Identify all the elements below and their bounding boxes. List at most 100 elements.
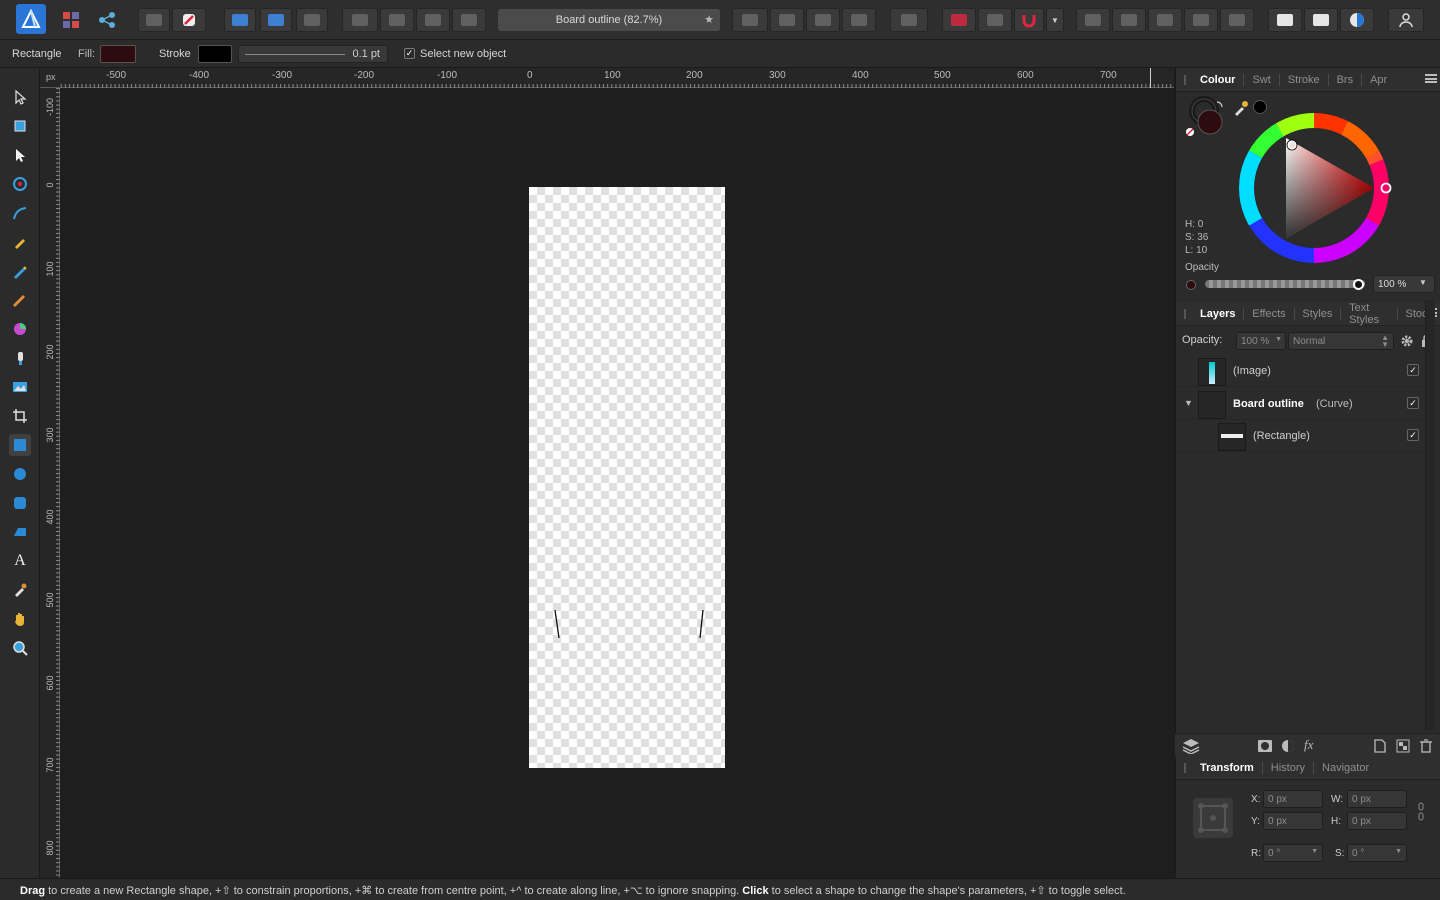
link-icon[interactable] [1417, 802, 1425, 822]
flip-vertical-button[interactable] [770, 8, 804, 32]
transparency-tool-icon[interactable] [9, 347, 31, 369]
x-field[interactable]: 0 px [1263, 790, 1323, 808]
snapping-geometry-button[interactable] [260, 8, 292, 32]
vertical-ruler[interactable]: -100 0 100 200 300 400 500 600 700 800 [40, 88, 60, 878]
boolean-add-button[interactable] [1268, 8, 1302, 32]
text-tool-icon[interactable]: A [9, 550, 31, 572]
chevron-down-icon[interactable]: ▼ [1419, 278, 1427, 287]
gear-icon[interactable] [1400, 334, 1414, 348]
boolean-subtract-button[interactable] [1304, 8, 1338, 32]
rounded-rectangle-tool-icon[interactable] [9, 492, 31, 514]
tab-transform[interactable]: Transform [1192, 762, 1262, 774]
place-image-tool-icon[interactable] [9, 376, 31, 398]
document-title-field[interactable]: Board outline (82.7%) ★ [498, 9, 720, 31]
tab-colour[interactable]: Colour [1192, 74, 1243, 86]
preferences-button[interactable] [172, 8, 206, 32]
insert-top-button[interactable] [1148, 8, 1182, 32]
colour-wheel[interactable] [1236, 110, 1396, 270]
snapping-bounding-box-button[interactable] [224, 8, 256, 32]
shear-field[interactable]: 0 ° ▼ [1347, 844, 1407, 862]
add-pixel-layer-icon[interactable] [1396, 739, 1410, 753]
zoom-tool-icon[interactable] [9, 637, 31, 659]
chevron-down-icon[interactable]: ▼ [1046, 8, 1064, 32]
ellipse-tool-icon[interactable] [9, 463, 31, 485]
tab-history[interactable]: History [1263, 762, 1313, 774]
layers-scrollbar[interactable] [1425, 300, 1435, 730]
opacity-slider-handle[interactable] [1353, 279, 1364, 290]
adjustment-icon[interactable] [1281, 739, 1295, 753]
rotation-field[interactable]: 0 ° ▼ [1263, 844, 1323, 862]
layer-visibility-checkbox[interactable]: ✓ [1407, 429, 1419, 441]
transform-origin-button[interactable] [296, 8, 328, 32]
point-transform-tool-icon[interactable] [9, 173, 31, 195]
panel-grip[interactable] [1184, 74, 1186, 85]
share-persona-icon[interactable] [94, 8, 120, 32]
affinity-designer-logo-icon[interactable] [16, 4, 46, 34]
hand-tool-icon[interactable] [9, 608, 31, 630]
node-tool-icon[interactable] [9, 144, 31, 166]
order-to-back-button[interactable] [416, 8, 450, 32]
panel-menu-icon[interactable] [1425, 74, 1437, 83]
pen-tool-icon[interactable] [9, 231, 31, 253]
expand-triangle-icon[interactable]: ▼ [1184, 398, 1193, 408]
order-back-one-button[interactable] [342, 8, 378, 32]
rotate-left-button[interactable] [806, 8, 840, 32]
vector-brush-tool-icon[interactable] [9, 289, 31, 311]
move-tool-icon[interactable] [9, 86, 31, 108]
tab-styles[interactable]: Styles [1294, 308, 1340, 320]
transform-anchor-grid[interactable] [1193, 798, 1233, 838]
tab-effects[interactable]: Effects [1244, 308, 1293, 320]
h-field[interactable]: 0 px [1347, 812, 1407, 830]
flip-horizontal-button[interactable] [732, 8, 768, 32]
tab-appearance[interactable]: Apr [1362, 74, 1395, 86]
add-layer-icon[interactable] [1374, 739, 1386, 753]
layer-row[interactable]: ▼ Board outline (Curve) ✓ [1176, 388, 1440, 420]
color-picker-tool-icon[interactable] [9, 579, 31, 601]
select-new-object-checkbox[interactable]: ✓ [404, 48, 415, 59]
horizontal-ruler[interactable]: px -500 -400 -300 -200 -100 0 100 200 30… [40, 68, 1174, 88]
snap-grid-button[interactable] [942, 8, 976, 32]
layers-stack-icon[interactable] [1182, 738, 1200, 754]
insert-inside-button[interactable] [1076, 8, 1110, 32]
shape-tool-icon[interactable] [9, 521, 31, 543]
account-button[interactable] [1388, 8, 1424, 32]
layer-row[interactable]: (Image) ✓ [1176, 355, 1440, 387]
board-outline-curve[interactable] [529, 187, 725, 768]
blend-mode-select[interactable]: Normal ▲ ▼ [1288, 332, 1394, 350]
tab-swatches[interactable]: Swt [1244, 74, 1278, 86]
assistant-button[interactable] [138, 8, 170, 32]
star-icon[interactable]: ★ [704, 13, 714, 26]
y-field[interactable]: 0 px [1263, 812, 1323, 830]
artboard[interactable] [529, 187, 725, 768]
insert-selection-button[interactable] [1184, 8, 1218, 32]
crop-tool-icon[interactable] [9, 405, 31, 427]
boolean-intersect-button[interactable] [1340, 8, 1374, 32]
tab-brushes[interactable]: Brs [1329, 74, 1362, 86]
trash-icon[interactable] [1420, 739, 1432, 753]
layer-row[interactable]: (Rectangle) ✓ [1176, 420, 1440, 452]
pixel-persona-icon[interactable] [58, 8, 84, 32]
tab-layers[interactable]: Layers [1192, 308, 1243, 320]
fill-swatch[interactable] [100, 45, 136, 63]
opacity-slider[interactable] [1205, 280, 1365, 288]
fx-icon[interactable]: fx [1304, 737, 1313, 753]
panel-grip[interactable] [1184, 308, 1186, 319]
stroke-width-slider[interactable]: 0.1 pt [238, 45, 388, 63]
snap-baseline-button[interactable] [978, 8, 1012, 32]
rectangle-tool-icon[interactable] [9, 434, 31, 456]
insert-target-button[interactable] [1220, 8, 1254, 32]
order-forward-one-button[interactable] [380, 8, 414, 32]
alignment-button[interactable] [890, 8, 928, 32]
panel-grip[interactable] [1184, 762, 1186, 773]
stroke-swatch[interactable] [198, 45, 232, 63]
layer-opacity-field[interactable]: 100 % ▼ [1236, 332, 1286, 350]
rotate-right-button[interactable] [842, 8, 876, 32]
insert-behind-button[interactable] [1112, 8, 1146, 32]
corner-tool-icon[interactable] [9, 202, 31, 224]
w-field[interactable]: 0 px [1347, 790, 1407, 808]
tab-text-styles[interactable]: Text Styles [1341, 302, 1397, 326]
layer-visibility-checkbox[interactable]: ✓ [1407, 364, 1419, 376]
mask-icon[interactable] [1258, 739, 1272, 753]
order-to-front-button[interactable] [452, 8, 486, 32]
tab-navigator[interactable]: Navigator [1314, 762, 1377, 774]
